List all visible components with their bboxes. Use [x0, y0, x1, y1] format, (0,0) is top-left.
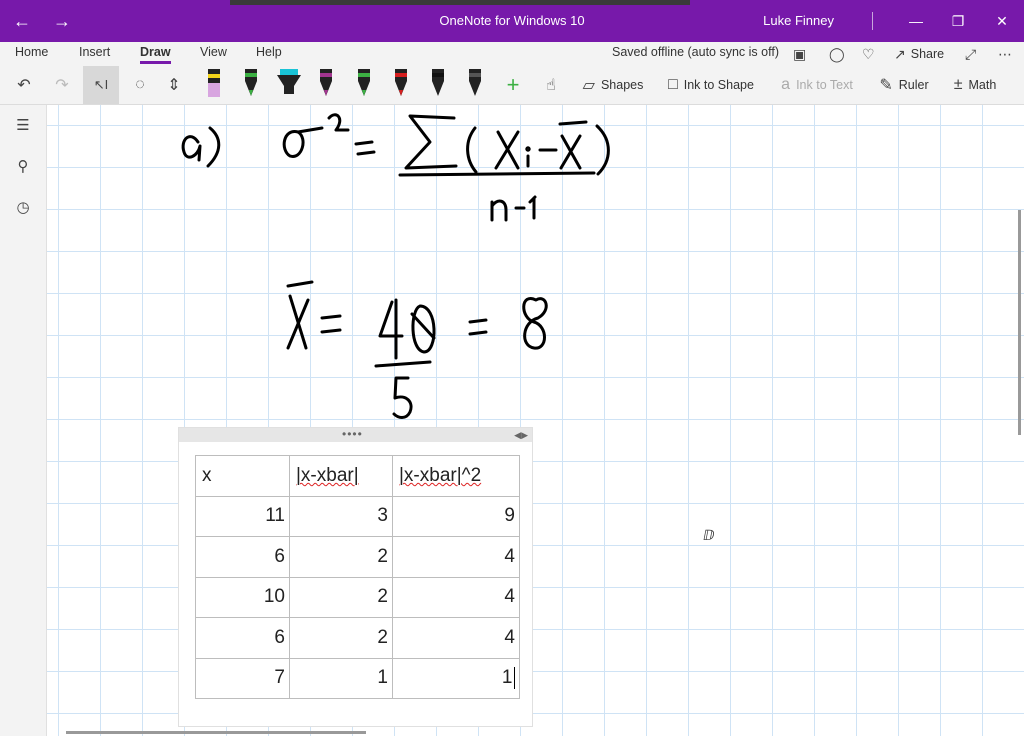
table-cell[interactable]: 7 — [195, 657, 290, 699]
cell-text: 1 — [501, 667, 513, 689]
table-row: 6 2 4 — [195, 617, 520, 659]
table-cell[interactable]: 1 — [289, 657, 393, 699]
header-text: |x-xbar| — [296, 464, 359, 486]
resize-arrows-icon[interactable]: ◀▶ — [514, 428, 528, 442]
table-cell[interactable]: 1 — [392, 657, 520, 699]
i-beam-cursor-icon: ⅅ — [703, 527, 715, 543]
table-cell[interactable]: 11 — [195, 495, 290, 537]
header-text: |x-xbar|^2 — [399, 464, 482, 486]
table-cell[interactable]: 4 — [392, 576, 520, 618]
table-cell[interactable]: 6 — [195, 536, 290, 578]
table-cell[interactable]: 2 — [289, 576, 393, 618]
table-cell[interactable]: 3 — [289, 495, 393, 537]
table-header-cell[interactable]: x — [195, 455, 290, 497]
table-row: 11 3 9 — [195, 495, 520, 537]
table-row: 7 1 1 — [195, 657, 520, 699]
data-table: x |x-xbar| |x-xbar|^2 11 3 9 6 2 4 10 2 … — [195, 455, 520, 699]
table-header-cell[interactable]: |x-xbar| — [289, 455, 393, 497]
table-row: 10 2 4 — [195, 576, 520, 618]
table-container[interactable]: •••• ◀▶ x |x-xbar| |x-xbar|^2 11 3 9 6 2… — [178, 427, 533, 727]
container-drag-handle[interactable]: •••• ◀▶ — [179, 428, 532, 442]
table-cell[interactable]: 4 — [392, 617, 520, 659]
table-header-cell[interactable]: |x-xbar|^2 — [392, 455, 520, 497]
table-row: 6 2 4 — [195, 536, 520, 578]
horizontal-scrollbar[interactable] — [66, 731, 366, 734]
table-cell[interactable]: 4 — [392, 536, 520, 578]
vertical-scrollbar[interactable] — [1018, 210, 1021, 435]
text-caret — [513, 667, 515, 690]
table-cell[interactable]: 6 — [195, 617, 290, 659]
table-cell[interactable]: 9 — [392, 495, 520, 537]
table-cell[interactable]: 10 — [195, 576, 290, 618]
table-header-row: x |x-xbar| |x-xbar|^2 — [195, 455, 520, 497]
drag-dots-icon[interactable]: •••• — [342, 428, 363, 440]
table-cell[interactable]: 2 — [289, 617, 393, 659]
table-cell[interactable]: 2 — [289, 536, 393, 578]
